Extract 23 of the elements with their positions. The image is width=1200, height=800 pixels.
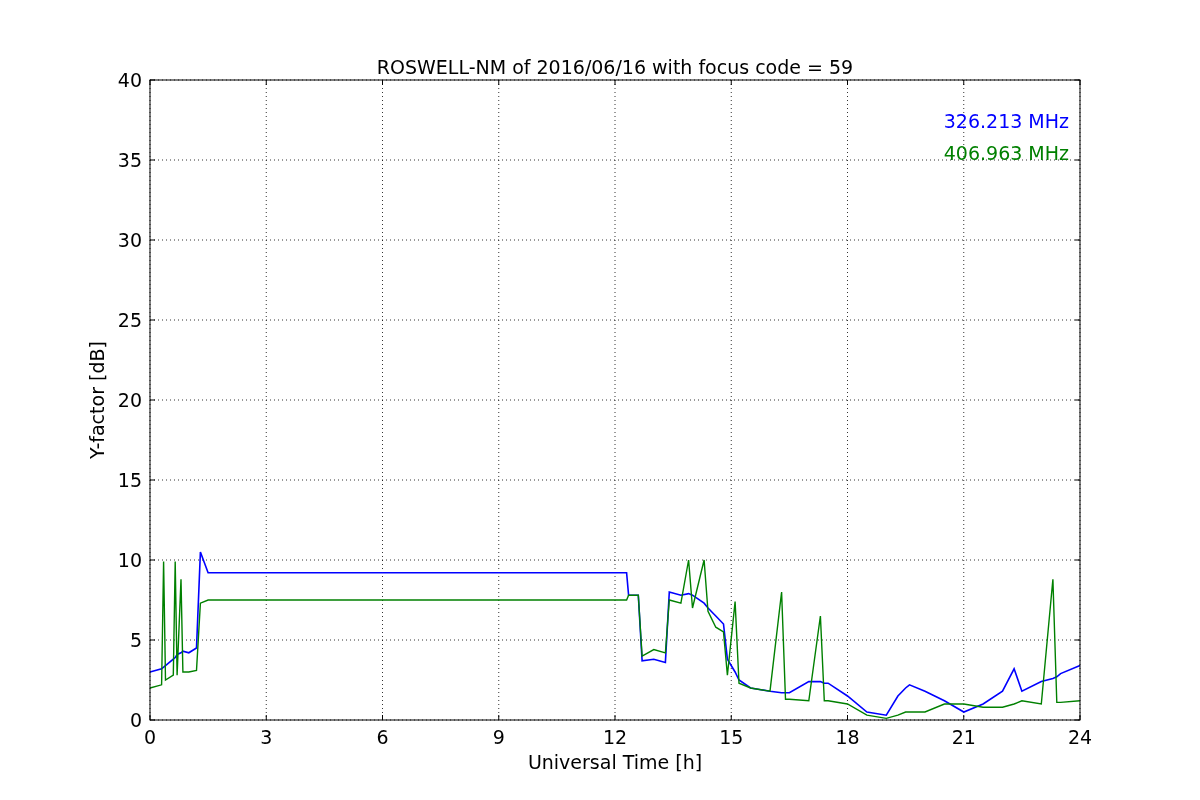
tick-label: 0	[129, 709, 142, 731]
tick-label: 40	[117, 69, 142, 91]
tick-label: 3	[260, 726, 273, 748]
tick-label: 35	[117, 149, 142, 171]
tick-label: 15	[117, 469, 142, 491]
tick-label: 18	[835, 726, 860, 748]
chart-title: ROSWELL-NM of 2016/06/16 with focus code = 59	[376, 56, 854, 78]
tick-label: 0	[143, 726, 157, 748]
tick-label: 24	[1067, 726, 1093, 748]
tick-label: 12	[602, 726, 628, 748]
legend-label: 326.213 MHz	[943, 110, 1069, 132]
axis-label: Y-factor [dB]	[86, 341, 108, 459]
tick-label: 5	[129, 629, 142, 651]
tick-label: 10	[117, 549, 142, 571]
tick-label: 15	[719, 726, 744, 748]
axis-label: Universal Time [h]	[527, 751, 703, 773]
tick-label: 6	[376, 726, 389, 748]
legend-label: 406.963 MHz	[943, 142, 1069, 164]
tick-label: 20	[117, 389, 142, 411]
tick-label: 9	[492, 726, 505, 748]
tick-label: 30	[117, 229, 142, 251]
tick-label: 25	[117, 309, 142, 331]
tick-label: 21	[951, 726, 976, 748]
